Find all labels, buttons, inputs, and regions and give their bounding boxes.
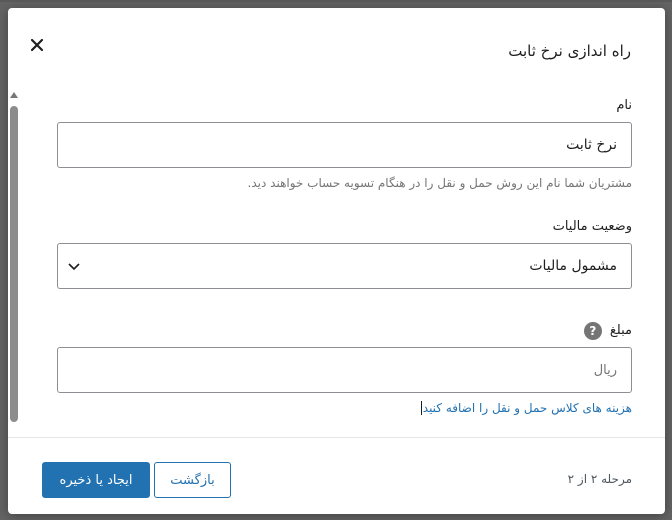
amount-field-group: مبلغ ? هزینه های کلاس حمل و نقل را اضافه… — [57, 321, 632, 416]
modal-header: راه اندازی نرخ ثابت — [8, 8, 665, 88]
tax-status-selected-value: مشمول مالیات — [529, 258, 617, 274]
name-help-text: مشتریان شما نام این روش حمل و نقل را در … — [247, 176, 632, 190]
shipping-method-modal: راه اندازی نرخ ثابت نام مشتریان شما نام … — [8, 8, 665, 514]
name-field-group: نام مشتریان شما نام این روش حمل و نقل را… — [57, 98, 632, 191]
name-label: نام — [616, 98, 632, 113]
back-button[interactable]: بازگشت — [154, 462, 231, 498]
modal-title: راه اندازی نرخ ثابت — [508, 42, 631, 60]
chevron-down-icon — [68, 263, 80, 271]
help-icon[interactable]: ? — [583, 322, 602, 340]
amount-label: مبلغ — [609, 323, 632, 338]
tax-status-label: وضعیت مالیات — [552, 219, 632, 234]
close-icon[interactable] — [28, 36, 46, 54]
amount-label-row: مبلغ ? — [57, 321, 632, 341]
name-input[interactable] — [57, 122, 632, 168]
modal-footer: مرحله ۲ از ۲ بازگشت ایجاد یا ذخیره — [8, 437, 665, 514]
step-indicator: مرحله ۲ از ۲ — [567, 472, 632, 486]
add-shipping-class-costs-link[interactable]: هزینه های کلاس حمل و نقل را اضافه کنید — [420, 401, 632, 415]
tax-status-select[interactable]: مشمول مالیات — [57, 243, 632, 289]
modal-body: نام مشتریان شما نام این روش حمل و نقل را… — [8, 88, 665, 444]
amount-input[interactable] — [57, 347, 632, 393]
tax-status-field-group: وضعیت مالیات مشمول مالیات — [57, 219, 632, 289]
create-or-save-button[interactable]: ایجاد یا ذخیره — [42, 462, 150, 498]
background-divider — [0, 0, 672, 2]
